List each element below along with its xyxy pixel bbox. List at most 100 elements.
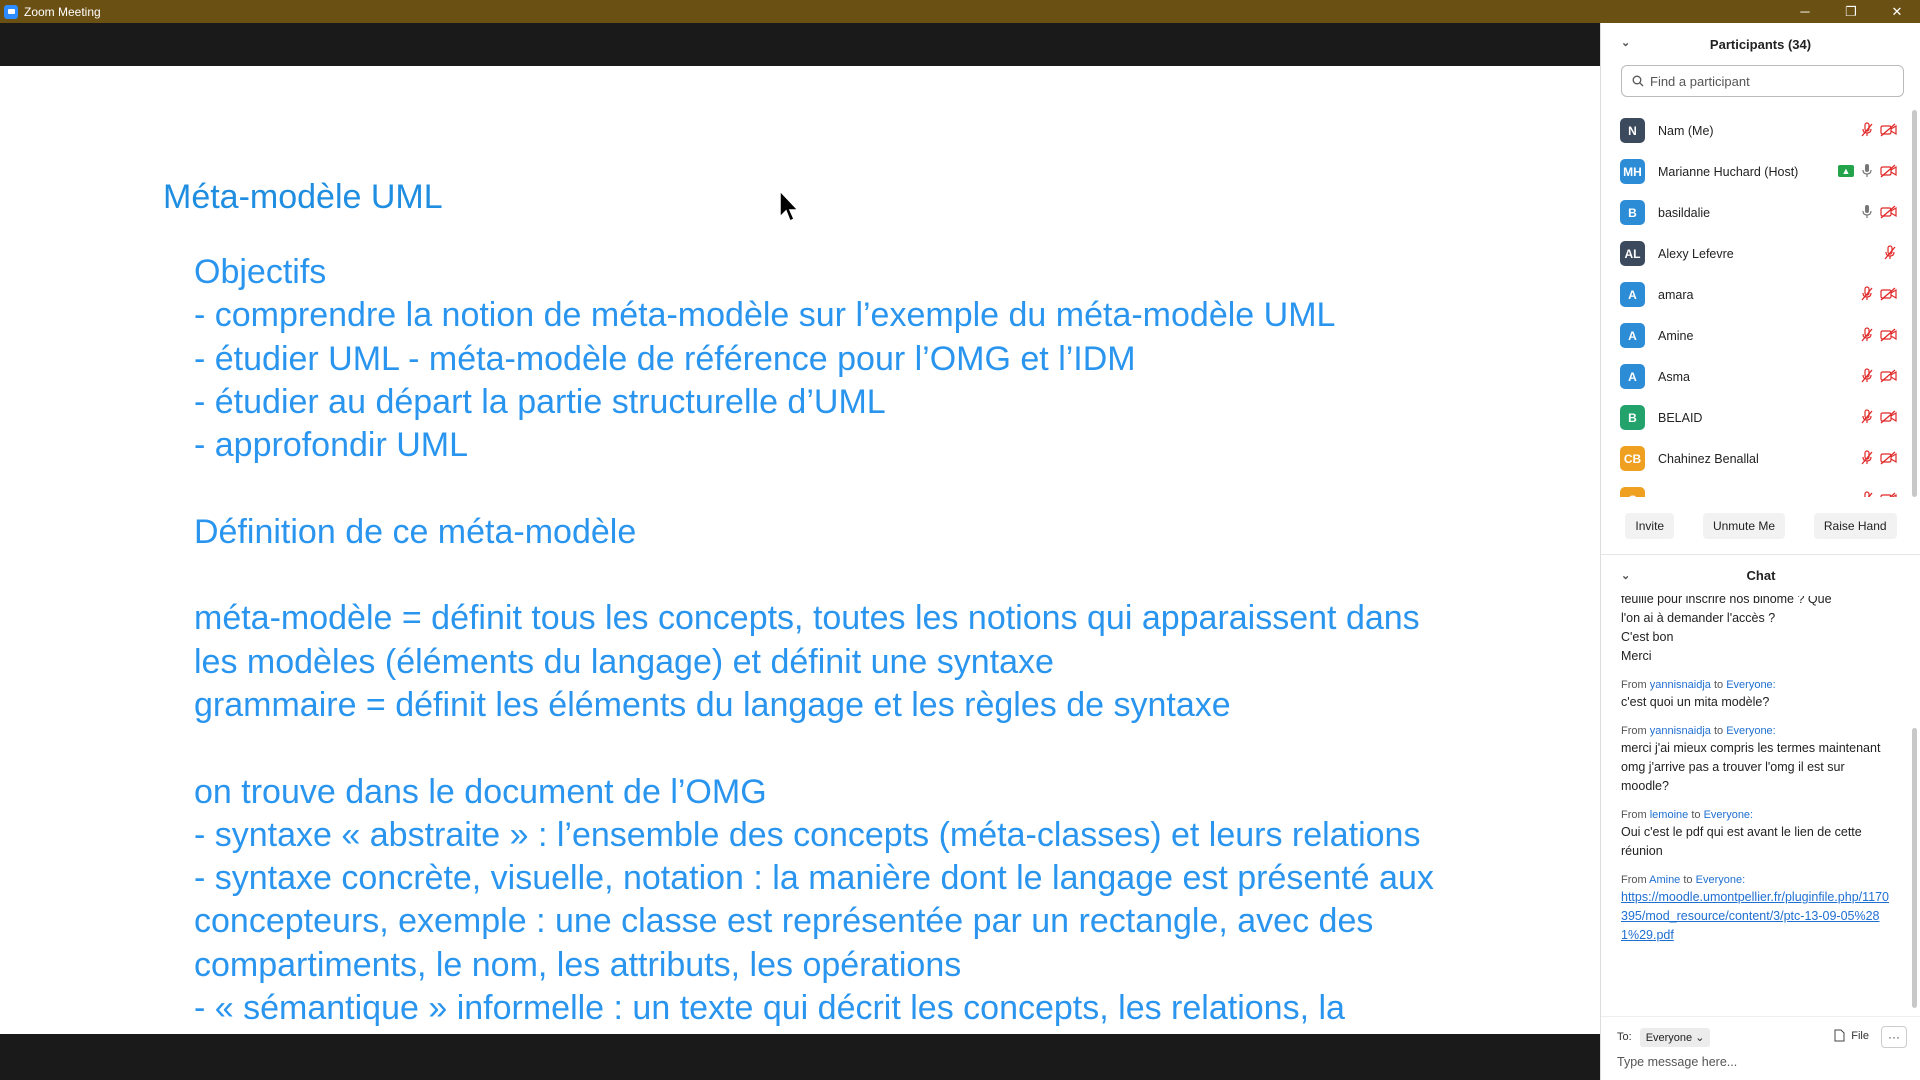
chat-message-text: l'on ai à demander l'accès ? <box>1621 611 1776 625</box>
message-input[interactable] <box>1617 1055 1897 1069</box>
participant-row[interactable]: N Nam (Me) <box>1601 110 1920 151</box>
from-label: From <box>1621 725 1647 737</box>
video-off-icon <box>1880 164 1897 178</box>
from-label: From <box>1621 874 1647 886</box>
file-label: File <box>1851 1029 1869 1042</box>
avatar: B <box>1620 405 1645 430</box>
avatar: A <box>1620 323 1645 348</box>
recipient-row: To: Everyone ⌄ File ··· <box>1617 1025 1907 1049</box>
sender-name[interactable]: lemoine <box>1650 809 1689 821</box>
chat-message-sender: From Amine to Everyone: <box>1621 872 1891 888</box>
collapse-participants-icon[interactable]: ⌄ <box>1621 36 1631 49</box>
sender-name[interactable]: yannisnaidja <box>1650 679 1711 691</box>
share-top-bar <box>0 23 1600 66</box>
window-controls: ─ ❐ ✕ <box>1782 0 1920 23</box>
mouse-cursor-icon <box>779 190 800 223</box>
participant-row[interactable]: B BELAID <box>1601 397 1920 438</box>
mic-muted-icon <box>1861 122 1873 137</box>
slide-line: - « sémantique » informelle : un texte q… <box>194 989 1345 1028</box>
participant-row[interactable]: A Amine <box>1601 315 1920 356</box>
shared-slide: Méta-modèle UML Objectifs - comprendre la… <box>0 66 1600 1034</box>
mic-on-icon <box>1862 164 1872 177</box>
chat-message: From yannisnaidja to Everyone: merci j'ai… <box>1621 723 1891 796</box>
chat-message-text: merci j'ai mieux compris les termes main… <box>1621 741 1881 755</box>
file-button[interactable]: File <box>1834 1029 1869 1042</box>
video-off-icon <box>1880 205 1897 219</box>
chat-scrollbar[interactable] <box>1912 728 1917 1008</box>
sender-name[interactable]: Amine <box>1649 874 1680 886</box>
close-button[interactable]: ✕ <box>1874 0 1920 23</box>
chat-message-sender: From yannisnaidja to Everyone: <box>1621 677 1891 693</box>
avatar: C <box>1620 487 1645 497</box>
slide-line: Définition de ce méta-modèle <box>194 512 637 551</box>
sender-name[interactable]: yannisnaidja <box>1650 725 1711 737</box>
invite-button[interactable]: Invite <box>1625 513 1675 539</box>
slide-line: on trouve dans le document de l’OMG <box>194 772 767 811</box>
message-target: Everyone: <box>1703 809 1754 821</box>
mic-muted-icon <box>1861 327 1873 342</box>
participant-status-icons <box>1860 327 1897 343</box>
avatar: N <box>1620 118 1645 143</box>
search-input[interactable] <box>1650 73 1890 89</box>
participant-row[interactable]: A Asma <box>1601 356 1920 397</box>
participant-status-icons <box>1883 245 1897 261</box>
collapse-chat-icon[interactable]: ⌄ <box>1621 569 1630 582</box>
slide-line: - approfondir UML <box>194 426 469 465</box>
search-icon <box>1632 75 1644 87</box>
chat-message-sender: From lemoine to Everyone: <box>1621 807 1891 823</box>
slide-line: - syntaxe « abstraite » : l’ensemble des… <box>194 815 1421 854</box>
participant-name: Marianne Huchard (Host) <box>1658 164 1799 179</box>
chat-message-text: omg j'arrive pas a trouver l'omg il est … <box>1621 760 1845 793</box>
raise-hand-button[interactable]: Raise Hand <box>1813 513 1897 539</box>
recipient-select[interactable]: Everyone ⌄ <box>1639 1027 1711 1047</box>
participant-row[interactable]: MH Marianne Huchard (Host) ▲ <box>1601 151 1920 192</box>
more-options-button[interactable]: ··· <box>1881 1026 1907 1048</box>
chat-title: Chat <box>1746 568 1776 583</box>
participant-name: basildalie <box>1658 205 1711 220</box>
avatar: B <box>1620 200 1645 225</box>
participant-search[interactable] <box>1621 65 1904 97</box>
restore-button[interactable]: ❐ <box>1828 0 1874 23</box>
participant-row[interactable]: AL Alexy Lefevre <box>1601 233 1920 274</box>
screen-share-icon: ▲ <box>1838 165 1854 177</box>
avatar: MH <box>1620 159 1645 184</box>
chat-messages: feuille pour inscrire nos binôme ? Que l'… <box>1601 596 1920 1011</box>
slide-title: Méta-modèle UML <box>163 178 443 216</box>
video-off-icon <box>1880 369 1897 383</box>
chat-message-text: C'est bon <box>1621 630 1674 644</box>
slide-line <box>194 467 1494 510</box>
video-off-icon <box>1880 123 1897 137</box>
slide-line: grammaire = définit les éléments du lang… <box>194 685 1231 724</box>
recipient-value: Everyone <box>1645 1031 1693 1044</box>
participant-row[interactable]: CB Chahinez Benallal <box>1601 438 1920 479</box>
mic-muted-icon <box>1864 491 1873 497</box>
participant-name: Amine <box>1658 328 1694 343</box>
mic-muted-icon <box>1861 368 1873 383</box>
slide-content: Objectifs - comprendre la notion de méta-… <box>194 251 1494 1034</box>
participant-row[interactable]: Aamara <box>1601 274 1920 315</box>
participants-scrollbar[interactable] <box>1912 110 1917 497</box>
to-word: to <box>1713 679 1724 691</box>
minimize-button[interactable]: ─ <box>1782 0 1828 23</box>
chat-link[interactable]: https://moodle.umontpellier.fr/pluginfil… <box>1621 888 1891 945</box>
mic-muted-icon <box>1861 409 1873 424</box>
file-icon <box>1834 1029 1845 1042</box>
chat-message: From lemoine to Everyone: Oui c'est le pd… <box>1621 807 1891 861</box>
slide-line <box>194 554 1494 597</box>
to-label: To: <box>1617 1031 1632 1043</box>
participant-row[interactable]: Bbasildalie <box>1601 192 1920 233</box>
unmute-me-button[interactable]: Unmute Me <box>1702 513 1785 539</box>
slide-line: - comprendre la notion de méta-modèle su… <box>194 296 1336 335</box>
participant-name: amara <box>1658 287 1694 302</box>
side-panel: ⌄ Participants (34) N Nam (Me) MH Marianne … <box>1600 23 1920 1080</box>
participant-status-icons <box>1860 491 1897 497</box>
participant-row[interactable]: C <box>1601 479 1920 497</box>
avatar: A <box>1620 364 1645 389</box>
participant-name: Chahinez Benallal <box>1658 451 1759 466</box>
slide-line: concepteurs, exemple : une classe est re… <box>194 902 1374 941</box>
participant-list: N Nam (Me) MH Marianne Huchard (Host) ▲ Bbasi… <box>1601 110 1920 497</box>
slide-line: - étudier UML - méta-modèle de référence… <box>194 339 1136 378</box>
avatar: CB <box>1620 446 1645 471</box>
to-word: to <box>1713 725 1724 737</box>
mic-muted-icon <box>1884 245 1896 260</box>
